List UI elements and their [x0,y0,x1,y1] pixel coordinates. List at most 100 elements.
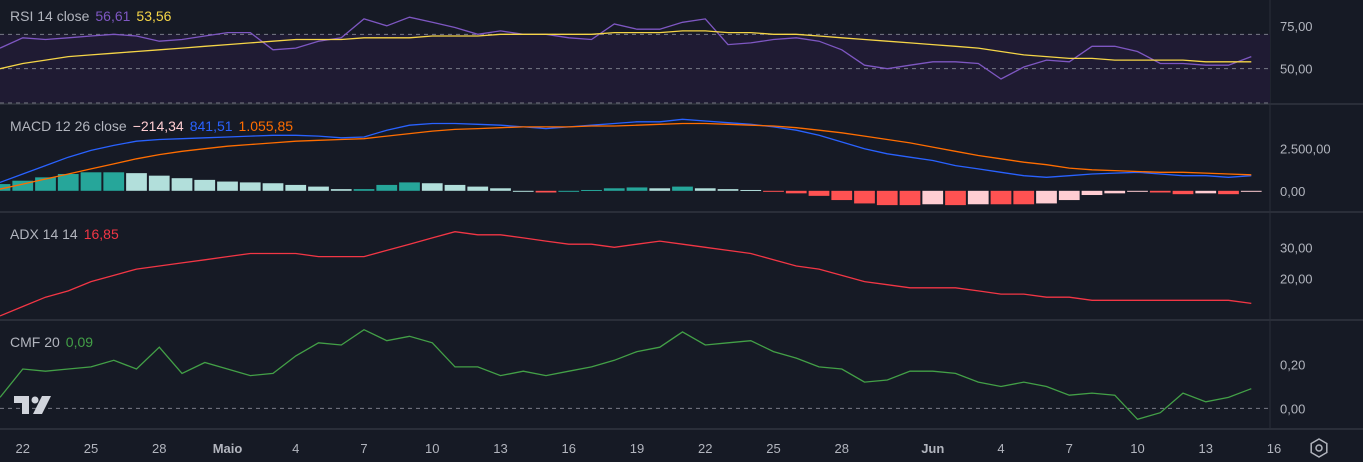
macd-label: MACD 12 26 close [10,118,127,134]
macd-hist-value: −214,34 [132,118,184,134]
histogram-bar [444,184,466,191]
time-axis-label: 19 [630,441,644,456]
cmf-tick-label: 0,00 [1280,401,1305,416]
histogram-bar [126,173,147,191]
rsi-tick-label: 50,00 [1280,62,1313,77]
histogram-bar [148,175,170,191]
histogram-bar [1058,190,1080,201]
histogram-bar [672,186,693,191]
time-axis-label: 13 [1199,441,1213,456]
adx-legend: ADX 14 14 16,85 [10,226,125,242]
histogram-bar [285,184,307,191]
rsi-legend: RSI 14 close 56,61 53,56 [10,8,177,24]
time-axis-label: Maio [213,441,243,456]
histogram-bar [1218,190,1239,195]
adx-tick-label: 30,00 [1280,240,1313,255]
histogram-bar [1036,190,1057,204]
adx-line [0,231,1252,317]
rsi-value: 56,61 [95,8,131,24]
rsi-label: RSI 14 close [10,8,90,24]
time-axis-label: 28 [152,441,166,456]
cmf-legend: CMF 20 0,09 [10,334,99,350]
adx-label: ADX 14 14 [10,226,78,242]
histogram-bar [1240,190,1262,192]
time-axis-label: 13 [493,441,507,456]
time-axis-label: 28 [835,441,849,456]
adx-value: 16,85 [83,226,119,242]
time-axis-label: 10 [425,441,439,456]
histogram-bar [990,190,1012,205]
histogram-bar [217,181,238,191]
histogram-bar [194,179,216,191]
histogram-bar [399,182,420,191]
macd-tick-label: 2.500,00 [1280,142,1331,157]
cmf-pane: 0,20 0,00 [0,328,1305,421]
macd-value: 841,51 [189,118,233,134]
histogram-bar [876,190,898,206]
rsi-ma-value: 53,56 [136,8,172,24]
histogram-bar [740,189,762,191]
signal-value: 1.055,85 [238,118,294,134]
rsi-pane: 75,00 50,00 [0,16,1313,104]
time-axis-label: 10 [1130,441,1144,456]
histogram-bar [1104,190,1126,194]
histogram-bar [831,190,853,201]
histogram-bar [262,183,284,191]
cmf-line [0,328,1252,421]
histogram-bar [922,190,944,205]
settings-gear-icon[interactable] [1309,438,1329,458]
histogram-bar [535,190,557,193]
macd-histogram [0,172,1262,206]
histogram-bar [1127,190,1148,192]
histogram-bar [57,173,79,191]
histogram-bar [376,184,398,191]
adx-pane: 30,00 20,00 [0,231,1313,317]
histogram-bar [103,172,125,191]
histogram-bar [854,190,875,204]
histogram-bar [80,172,102,191]
cmf-value: 0,09 [65,334,94,350]
histogram-bar [581,189,602,191]
histogram-bar [967,190,989,205]
histogram-bar [694,188,716,191]
histogram-bar [308,186,329,191]
time-axis-label: 22 [698,441,712,456]
time-axis: 22 25 28 Maio 4 7 10 13 16 19 22 25 28 Jun 4 7 10 13 16 [16,441,1282,456]
rsi-tick-label: 75,00 [1280,19,1313,34]
histogram-bar [603,188,625,191]
time-axis-label: 16 [1267,441,1281,456]
histogram-bar [945,190,966,206]
indicator-chart[interactable]: 75,00 50,00 2.500,00 0,00 30,00 20,00 0,20 0,00… [0,0,1363,462]
histogram-bar [1172,190,1194,195]
histogram-bar [649,188,671,191]
time-axis-label: Jun [921,441,944,456]
histogram-bar [421,183,443,191]
time-axis-label: 7 [1066,441,1073,456]
histogram-bar [1013,190,1035,205]
histogram-bar [1195,190,1217,194]
histogram-bar [763,190,784,192]
histogram-bar [558,190,580,192]
histogram-bar [239,182,261,191]
tradingview-logo-icon[interactable] [14,396,52,414]
histogram-bar [512,190,534,192]
macd-tick-label: 0,00 [1280,184,1305,199]
time-axis-label: 25 [766,441,780,456]
adx-tick-label: 20,00 [1280,271,1313,286]
histogram-bar [626,187,648,191]
histogram-bar [171,178,193,191]
histogram-bar [899,190,921,206]
time-axis-label: 16 [562,441,576,456]
histogram-bar [490,188,511,191]
histogram-bar [353,189,375,191]
time-axis-label: 22 [16,441,30,456]
macd-legend: MACD 12 26 close −214,34 841,51 1.055,85 [10,118,299,134]
time-axis-label: 25 [84,441,98,456]
histogram-bar [785,190,807,194]
time-axis-label: 7 [360,441,367,456]
time-axis-label: 4 [292,441,299,456]
histogram-bar [330,189,352,191]
histogram-bar [1149,190,1171,193]
histogram-bar [717,189,739,191]
histogram-bar [1081,190,1103,196]
